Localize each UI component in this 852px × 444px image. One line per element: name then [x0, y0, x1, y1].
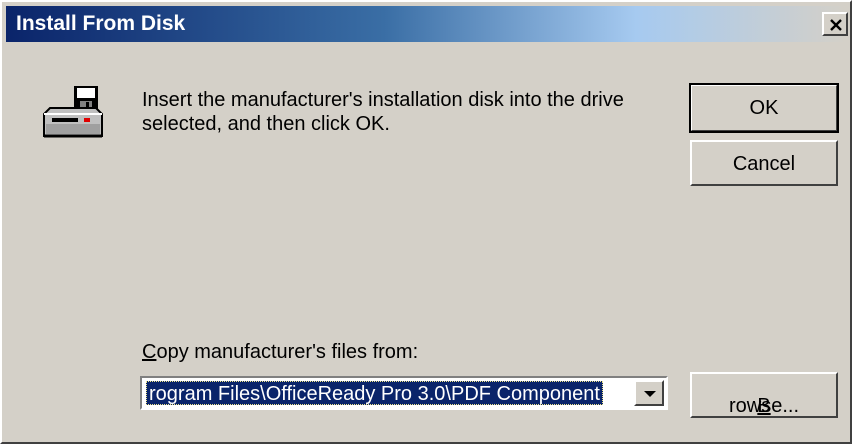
- ok-button-label: OK: [749, 97, 779, 119]
- copy-from-label-accelerator: C: [142, 341, 157, 363]
- dropdown-arrow-icon: [644, 391, 656, 397]
- copy-from-value[interactable]: rogram Files\OfficeReady Pro 3.0\PDF Com…: [146, 381, 603, 405]
- browse-button[interactable]: Browse...: [690, 372, 838, 418]
- browse-label-text: rowse...: [728, 395, 800, 417]
- copy-from-label: Copy manufacturer's files from:: [142, 340, 418, 364]
- cancel-button[interactable]: Cancel: [690, 140, 838, 186]
- instruction-message: Insert the manufacturer's installation d…: [142, 89, 624, 135]
- copy-from-combobox[interactable]: rogram Files\OfficeReady Pro 3.0\PDF Com…: [140, 376, 668, 410]
- close-icon: [830, 19, 842, 31]
- install-from-disk-dialog: Install From Disk Insert the manufacture…: [0, 0, 852, 444]
- ok-button[interactable]: OK: [689, 83, 839, 133]
- window-title: Install From Disk: [16, 12, 186, 35]
- dropdown-button[interactable]: [634, 380, 664, 406]
- title-bar[interactable]: Install From Disk: [6, 6, 848, 42]
- copy-from-label-text: opy manufacturer's files from:: [156, 341, 419, 363]
- cancel-button-label: Cancel: [732, 153, 796, 175]
- floppy-disk-drive-icon: [40, 84, 106, 151]
- close-button[interactable]: [822, 12, 848, 36]
- copy-from-input[interactable]: rogram Files\OfficeReady Pro 3.0\PDF Com…: [144, 380, 630, 406]
